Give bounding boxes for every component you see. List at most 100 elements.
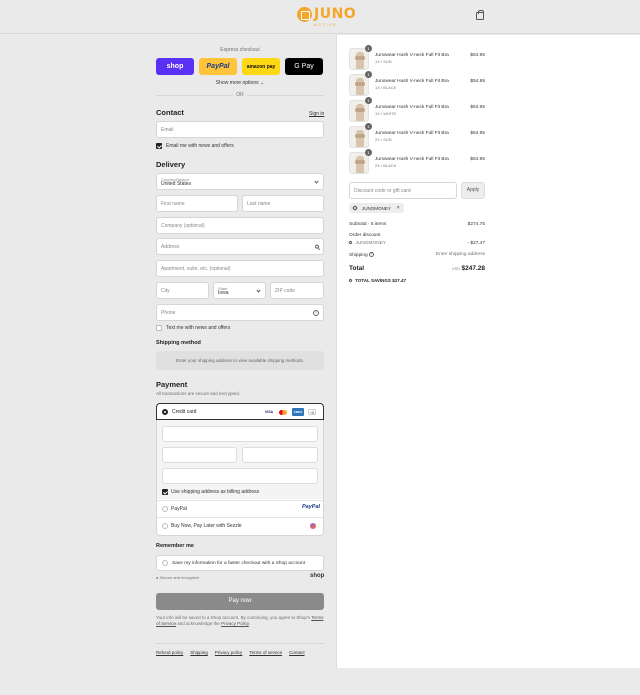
quantity-badge: 1 <box>365 71 372 78</box>
footer-links: Refund policy Shipping Privacy policy Te… <box>156 650 326 655</box>
discount-code-field[interactable]: Discount code or gift card <box>349 182 457 199</box>
order-discount-value: - $27.47 <box>467 241 485 246</box>
remove-discount-icon[interactable]: × <box>397 205 400 211</box>
paypal-radio[interactable] <box>162 506 168 512</box>
newsletter-checkbox[interactable] <box>156 143 162 149</box>
item-variant: 2X / SUN <box>375 137 392 142</box>
payment-heading: Payment <box>156 380 188 389</box>
shop-pay-button[interactable]: shop <box>156 58 194 75</box>
fineprint-and: and acknowledge the <box>177 621 220 626</box>
company-placeholder: Company (optional) <box>161 222 205 229</box>
credit-card-option[interactable]: Credit card VISA AMEX +5 <box>156 403 324 420</box>
cart-item: 1 Junowear Hush V-neck Full Fit Bra 1X /… <box>349 71 485 96</box>
save-info-checkbox[interactable] <box>162 560 168 566</box>
state-value: Iowa <box>218 289 229 296</box>
privacy-link[interactable]: Privacy Policy <box>221 621 249 626</box>
more-brands-badge: +5 <box>308 409 316 415</box>
expiration-field[interactable] <box>162 447 237 463</box>
chevron-down-icon <box>314 178 319 184</box>
order-discount-code-row: JUNOMONEY - $27.47 <box>348 240 485 246</box>
quantity-badge: 1 <box>365 97 372 104</box>
sezzle-option-label: Buy Now, Pay Later with Sezzle <box>171 523 242 529</box>
subtotal-row: Subtotal · 5 items $274.75 <box>349 222 485 227</box>
phone-field[interactable]: Phone ? <box>156 304 324 321</box>
sms-checkbox[interactable] <box>156 325 162 331</box>
header: JUNO ACTIVE <box>0 0 640 34</box>
secure-encrypted-text: Secure and encrypted <box>159 575 199 580</box>
or-label: OR <box>233 92 247 98</box>
credit-card-radio[interactable] <box>162 409 168 415</box>
save-info-option[interactable]: Save my information for a faster checkou… <box>156 555 324 571</box>
item-variant: 1X / WHITE <box>375 111 397 116</box>
terms-of-service-link[interactable]: Terms of service <box>249 650 282 655</box>
amex-icon: AMEX <box>292 408 304 416</box>
zip-field[interactable]: ZIP code <box>270 282 324 299</box>
state-select[interactable]: State Iowa <box>213 282 266 299</box>
first-name-placeholder: First name <box>161 200 185 207</box>
billing-same-label: Use shipping address as billing address <box>171 489 260 495</box>
apply-discount-button[interactable]: Apply <box>461 182 485 199</box>
help-icon[interactable]: ? <box>313 309 319 316</box>
brand-logo[interactable]: JUNO ACTIVE <box>297 6 356 28</box>
shipping-row: Shipping ? Enter shipping address <box>349 252 485 258</box>
card-details-section <box>157 420 323 499</box>
order-discount-row: Order discount <box>349 233 485 238</box>
applied-discount-tag: JUNOMONEY × <box>349 203 404 213</box>
shipping-link[interactable]: Shipping <box>190 650 208 655</box>
fineprint-period: . <box>248 621 251 626</box>
amazon-pay-button[interactable]: amazon pay <box>242 58 280 75</box>
tag-icon <box>352 205 358 211</box>
address-placeholder: Address <box>161 243 180 250</box>
last-name-placeholder: Last name <box>247 200 271 207</box>
item-variant: 1X / BLACK <box>375 85 397 90</box>
sezzle-radio[interactable] <box>162 523 168 529</box>
contact-link[interactable]: Contact <box>289 650 305 655</box>
help-icon[interactable]: ? <box>369 252 375 257</box>
subtotal-label: Subtotal · 5 items <box>349 222 387 227</box>
cart-item: 1 Junowear Hush V-neck Full Fit Bra 1X /… <box>349 45 485 70</box>
first-name-field[interactable]: First name <box>156 195 238 212</box>
company-field[interactable]: Company (optional) <box>156 217 324 234</box>
total-label: Total <box>349 265 365 272</box>
city-field[interactable]: City <box>156 282 209 299</box>
paypal-button[interactable]: PayPal <box>199 58 237 75</box>
item-price: $54.95 <box>470 79 485 84</box>
last-name-field[interactable]: Last name <box>242 195 324 212</box>
google-pay-button[interactable]: G Pay <box>285 58 323 75</box>
pay-now-button[interactable]: Pay now <box>156 593 324 610</box>
email-field[interactable]: Email <box>156 121 324 138</box>
item-price: $54.95 <box>470 53 485 58</box>
country-select[interactable]: Country/Region United States <box>156 173 324 190</box>
payment-subtitle: All transactions are secure and encrypte… <box>156 391 241 396</box>
item-name: Junowear Hush V-neck Full Fit Bra <box>375 79 449 84</box>
city-placeholder: City <box>161 287 170 294</box>
show-more-options-link[interactable]: Show more options ⌄ <box>156 80 324 86</box>
item-name: Junowear Hush V-neck Full Fit Bra <box>375 105 449 110</box>
remember-me-heading: Remember me <box>156 543 194 549</box>
tag-icon <box>348 240 353 245</box>
secure-encrypted-label: ● Secure and encrypted <box>156 575 199 580</box>
address-field[interactable]: Address <box>156 238 324 255</box>
credit-card-label: Credit card <box>172 409 197 415</box>
delivery-heading: Delivery <box>156 160 186 169</box>
sms-label: Text me with news and offers <box>166 325 231 331</box>
refund-policy-link[interactable]: Refund policy <box>156 650 183 655</box>
quantity-badge: 1 <box>365 123 372 130</box>
newsletter-label: Email me with news and offers <box>166 143 234 149</box>
total-amount: USD $247.28 <box>452 265 485 272</box>
item-price: $54.95 <box>470 105 485 110</box>
security-code-field[interactable] <box>242 447 318 463</box>
shopping-bag-icon[interactable] <box>476 10 484 20</box>
apartment-placeholder: Apartment, suite, etc. (optional) <box>161 265 231 272</box>
name-on-card-field[interactable] <box>162 468 318 484</box>
billing-same-checkbox[interactable] <box>162 489 168 495</box>
sign-in-link[interactable]: Sign in <box>309 111 324 117</box>
phone-placeholder: Phone <box>161 309 176 316</box>
apartment-field[interactable]: Apartment, suite, etc. (optional) <box>156 260 324 277</box>
total-currency: USD <box>451 266 461 271</box>
card-number-field[interactable] <box>162 426 318 442</box>
privacy-policy-link[interactable]: Privacy policy <box>215 650 243 655</box>
subtotal-value: $274.75 <box>467 222 485 227</box>
shop-logo-icon: shop <box>310 573 325 579</box>
total-row: Total USD $247.28 <box>349 265 485 275</box>
